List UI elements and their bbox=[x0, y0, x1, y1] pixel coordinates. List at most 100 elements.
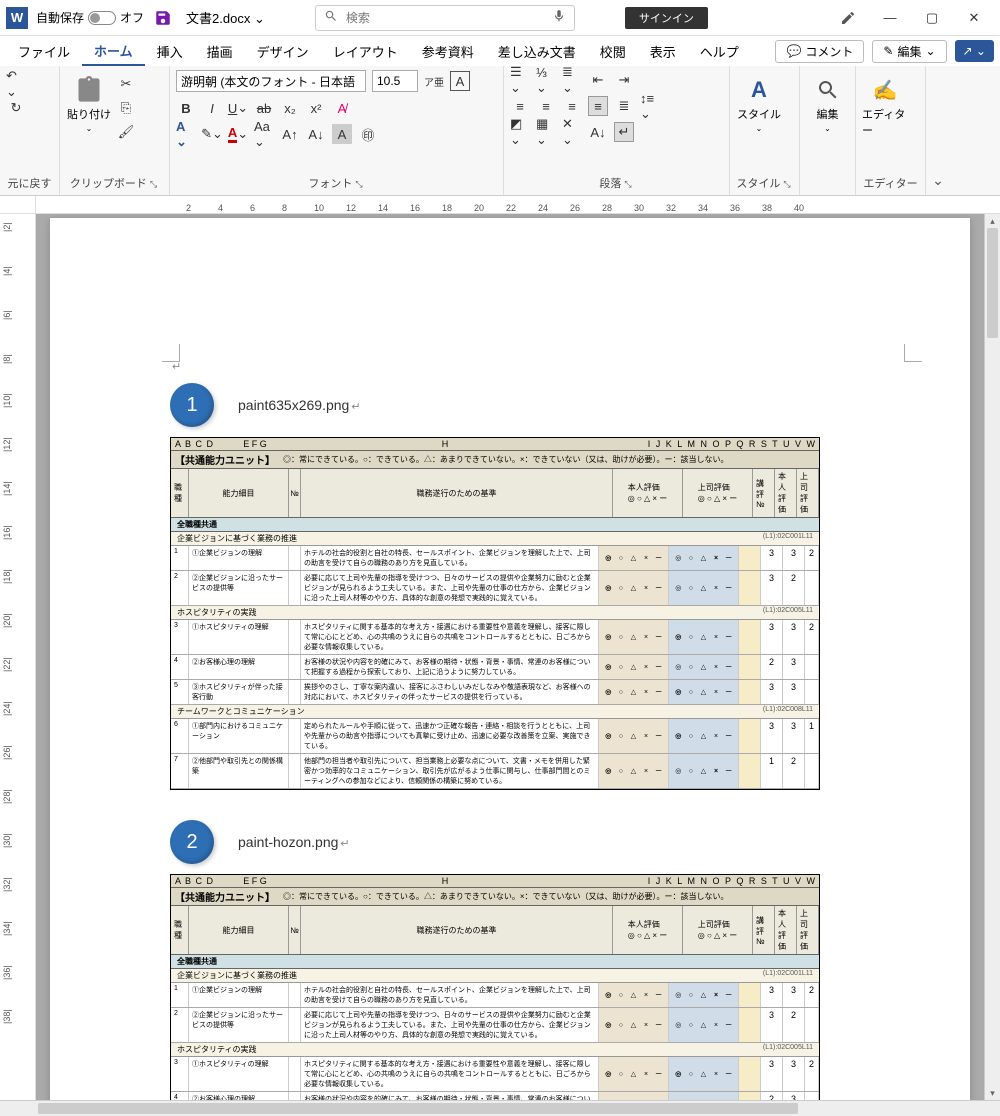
superscript-button[interactable]: x² bbox=[306, 98, 326, 118]
pen-icon[interactable] bbox=[828, 3, 868, 33]
tab-layout[interactable]: レイアウト bbox=[321, 38, 410, 65]
tab-view[interactable]: 表示 bbox=[638, 38, 688, 65]
strikethrough-button[interactable]: ab bbox=[254, 98, 274, 118]
shrink-font-button[interactable]: A↓ bbox=[306, 124, 326, 144]
char-shading-button[interactable]: A bbox=[332, 124, 352, 144]
styles-group-label: スタイル bbox=[736, 178, 780, 190]
number-badge: 1 bbox=[170, 383, 214, 427]
numbering-button[interactable]: ⅓ ⌄ bbox=[536, 70, 556, 90]
share-button[interactable]: ↗ ⌄ bbox=[955, 40, 994, 62]
editor-icon: ✍ bbox=[871, 76, 899, 104]
enclose-char-button[interactable]: ㊞ bbox=[358, 124, 378, 144]
font-group-label: フォント bbox=[308, 178, 352, 190]
scroll-down-button[interactable]: ▾ bbox=[985, 1086, 1000, 1100]
document-filename[interactable]: 文書2.docx ⌄ bbox=[186, 8, 265, 27]
sort-button[interactable]: A↓ bbox=[588, 122, 608, 142]
horizontal-ruler[interactable]: 246810121416182022242628303234363840 bbox=[36, 196, 1000, 213]
scroll-up-button[interactable]: ▴ bbox=[985, 214, 1000, 228]
image-caption: paint635x269.png bbox=[238, 397, 361, 413]
minimize-button[interactable]: — bbox=[870, 3, 910, 33]
shading-button[interactable]: ◩ ⌄ bbox=[510, 122, 530, 142]
find-icon bbox=[814, 76, 842, 104]
multilevel-button[interactable]: ≣ ⌄ bbox=[562, 70, 582, 90]
cut-button[interactable]: ✂ bbox=[116, 74, 136, 94]
show-marks-button[interactable]: ↵ bbox=[614, 122, 634, 142]
toggle-icon bbox=[88, 11, 116, 25]
save-icon[interactable] bbox=[154, 9, 172, 27]
tab-file[interactable]: ファイル bbox=[6, 38, 82, 65]
microphone-icon[interactable] bbox=[552, 9, 566, 26]
edit-mode-button[interactable]: ✎ 編集 ⌄ bbox=[872, 40, 946, 63]
distributed-button[interactable]: ≣ bbox=[614, 96, 634, 116]
phonetic-guide-button[interactable]: ア亜 bbox=[424, 71, 444, 91]
font-launcher[interactable]: ⤡ bbox=[355, 179, 362, 189]
change-case-button[interactable]: Aa ⌄ bbox=[254, 124, 274, 144]
tab-draw[interactable]: 描画 bbox=[195, 38, 245, 65]
bold-button[interactable]: B bbox=[176, 98, 196, 118]
underline-button[interactable]: U ⌄ bbox=[228, 98, 248, 118]
scroll-thumb-h[interactable] bbox=[38, 1103, 798, 1114]
ruler-corner bbox=[0, 196, 36, 213]
clipboard-launcher[interactable]: ⤡ bbox=[150, 179, 157, 189]
comment-button[interactable]: 💬 コメント bbox=[775, 40, 864, 63]
tab-mailings[interactable]: 差し込み文書 bbox=[486, 38, 588, 65]
page: 1 paint635x269.png A B C DE F GHI J K L M … bbox=[50, 218, 970, 1100]
document-canvas[interactable]: 1 paint635x269.png A B C DE F GHI J K L M … bbox=[36, 214, 984, 1100]
tab-review[interactable]: 校閲 bbox=[588, 38, 638, 65]
paste-button[interactable]: 貼り付け⌄ bbox=[66, 70, 112, 173]
tab-insert[interactable]: 挿入 bbox=[145, 38, 195, 65]
asian-layout-button[interactable]: ✕ ⌄ bbox=[562, 122, 582, 142]
embedded-image[interactable]: A B C DE F GHI J K L M N O P Q R S T U V… bbox=[170, 437, 820, 790]
styles-launcher[interactable]: ⤡ bbox=[783, 179, 790, 189]
margin-mark-tr bbox=[904, 344, 922, 362]
search-input[interactable]: 検索 bbox=[315, 5, 575, 31]
font-color-button[interactable]: A ⌄ bbox=[228, 124, 248, 144]
margin-mark-tl bbox=[162, 344, 180, 362]
caption-row: 1 paint635x269.png bbox=[170, 383, 850, 427]
caption-row: 2paint-hozon.png bbox=[170, 820, 850, 864]
align-center-button[interactable]: ≡ bbox=[536, 96, 556, 116]
tab-references[interactable]: 参考資料 bbox=[410, 38, 486, 65]
undo-button[interactable]: ↶ ⌄ bbox=[6, 74, 26, 94]
styles-button[interactable]: A スタイル⌄ bbox=[736, 70, 782, 173]
clear-format-button[interactable]: A̸ bbox=[332, 98, 352, 118]
grow-font-button[interactable]: A↑ bbox=[280, 124, 300, 144]
editor-button[interactable]: ✍ エディター bbox=[862, 70, 908, 173]
char-border-button[interactable]: A bbox=[450, 71, 470, 91]
maximize-button[interactable]: ▢ bbox=[912, 3, 952, 33]
subscript-button[interactable]: x₂ bbox=[280, 98, 300, 118]
bullets-button[interactable]: ☰ ⌄ bbox=[510, 70, 530, 90]
increase-indent-button[interactable]: ⇥ bbox=[614, 70, 634, 90]
line-spacing-button[interactable]: ↕≡ ⌄ bbox=[640, 96, 660, 116]
align-right-button[interactable]: ≡ bbox=[562, 96, 582, 116]
sign-in-button[interactable]: サインイン bbox=[625, 7, 708, 29]
italic-button[interactable]: I bbox=[202, 98, 222, 118]
decrease-indent-button[interactable]: ⇤ bbox=[588, 70, 608, 90]
scroll-thumb-v[interactable] bbox=[987, 228, 998, 338]
close-button[interactable]: ✕ bbox=[954, 3, 994, 33]
vertical-scrollbar[interactable]: ▴ ▾ bbox=[984, 214, 1000, 1100]
redo-button[interactable]: ↻ bbox=[6, 98, 26, 118]
copy-button[interactable]: ⎘ bbox=[116, 98, 136, 118]
search-placeholder: 検索 bbox=[346, 9, 370, 26]
font-size-select[interactable] bbox=[372, 70, 418, 92]
vertical-ruler[interactable]: |2||4||6||8||10||12||14||16||18||20||22|… bbox=[0, 214, 36, 1100]
font-name-select[interactable] bbox=[176, 70, 366, 92]
embedded-image[interactable]: A B C DE F GHI J K L M N O P Q R S T U V… bbox=[170, 874, 820, 1100]
tab-design[interactable]: デザイン bbox=[245, 38, 321, 65]
horizontal-scrollbar[interactable] bbox=[0, 1100, 1000, 1116]
collapse-ribbon-button[interactable]: ⌄ bbox=[926, 66, 950, 195]
word-app-icon: W bbox=[6, 7, 28, 29]
text-effects-button[interactable]: A ⌄ bbox=[176, 124, 196, 144]
tab-home[interactable]: ホーム bbox=[82, 37, 145, 66]
editing-button[interactable]: 編集⌄ bbox=[806, 70, 849, 177]
paragraph-launcher[interactable]: ⤡ bbox=[624, 179, 631, 189]
borders-button[interactable]: ▦ ⌄ bbox=[536, 122, 556, 142]
justify-button[interactable]: ≡ bbox=[588, 96, 608, 116]
format-painter-button[interactable]: 🖌 bbox=[116, 122, 136, 142]
search-icon bbox=[324, 9, 338, 26]
highlight-button[interactable]: ✎ ⌄ bbox=[202, 124, 222, 144]
autosave-toggle[interactable]: 自動保存 オフ bbox=[36, 9, 144, 26]
align-left-button[interactable]: ≡ bbox=[510, 96, 530, 116]
tab-help[interactable]: ヘルプ bbox=[688, 38, 751, 65]
